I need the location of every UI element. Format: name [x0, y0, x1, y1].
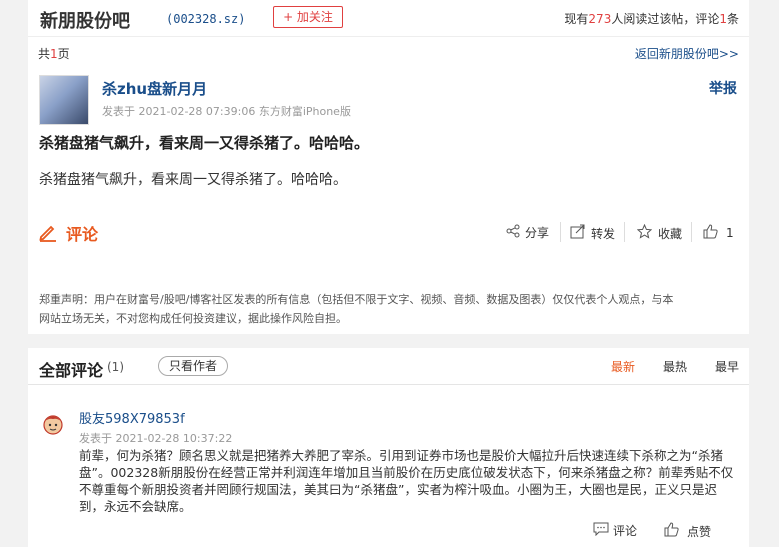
post-card: 杀zhu盘新月月 发表于 2021-02-28 07:39:06 东方财富iPh…: [28, 66, 749, 334]
stats-suffix: 条: [726, 12, 739, 26]
disclaimer-line: 网站立场无关，不对您构成任何投资建议，据此操作风险自担。: [39, 312, 347, 325]
disclaimer-line: 郑重声明：用户在财富号/股吧/博客社区发表的所有信息（包括但不限于文字、视频、音…: [39, 293, 674, 306]
comments-section: 全部评论 (1) 只看作者 最新 最热 最早 股友598X79853f 发表于 …: [28, 348, 749, 547]
sort-hottest-tab[interactable]: 最热: [663, 358, 687, 375]
pencil-icon: [38, 222, 58, 245]
like-label: 点赞: [687, 524, 712, 539]
comment-body: 前辈，何为杀猪？顾名思义就是把猪养大养肥了宰杀。引用到证券市场也是股价大幅拉升后…: [79, 448, 734, 514]
stats-mid: 人阅读过该帖，评论: [611, 12, 720, 26]
comment-count: 1: [719, 12, 727, 26]
back-to-bar-link[interactable]: 返回新朋股份吧>>: [635, 45, 739, 62]
sort-newest-tab[interactable]: 最新: [611, 358, 635, 375]
thumbs-up-icon: [664, 522, 679, 540]
comment-time: 发表于 2021-02-28 10:37:22: [79, 432, 233, 445]
post-time: 发表于 2021-02-28 07:39:06 东方财富iPhone版: [102, 105, 351, 118]
share-button[interactable]: 分享: [506, 224, 549, 241]
sort-oldest-tab[interactable]: 最早: [715, 358, 739, 375]
forward-label: 转发: [591, 226, 616, 241]
pagination-row: 共1页 返回新朋股份吧>>: [28, 36, 749, 66]
post-body: 杀猪盘猪气飙升，看来周一又得杀猪了。哈哈哈。: [39, 172, 347, 188]
comments-heading: 全部评论: [39, 361, 104, 380]
only-author-button[interactable]: 只看作者: [158, 356, 228, 376]
reply-button[interactable]: 评论: [593, 522, 637, 539]
forward-icon: [570, 224, 586, 242]
stock-code[interactable]: (002328.sz): [166, 12, 245, 26]
comment-label: 评论: [66, 225, 99, 244]
forward-button[interactable]: 转发: [570, 224, 615, 242]
action-divider: [691, 222, 692, 242]
pages-prefix: 共: [38, 47, 51, 61]
comment-like-button[interactable]: 点赞: [664, 522, 711, 540]
author-avatar[interactable]: [39, 75, 89, 125]
reply-label: 评论: [613, 524, 638, 538]
thumbs-up-icon: [703, 224, 718, 242]
pages-suffix: 页: [57, 47, 70, 61]
comment-button[interactable]: 评论: [38, 221, 98, 245]
comments-count: (1): [107, 360, 124, 374]
bar-header: 新朋股份吧 (002328.sz) + 加关注 现有273人阅读过该帖，评论1条: [28, 0, 749, 36]
post-title: 杀猪盘猪气飙升，看来周一又得杀猪了。哈哈哈。: [39, 134, 370, 152]
stats-prefix: 现有: [564, 12, 589, 26]
commenter-name[interactable]: 股友598X79853f: [79, 408, 185, 427]
divider: [28, 384, 749, 385]
bar-title[interactable]: 新朋股份吧: [40, 7, 130, 33]
commenter-avatar[interactable]: [42, 413, 64, 435]
page-count: 共1页: [38, 45, 70, 62]
read-stats: 现有273人阅读过该帖，评论1条: [564, 10, 739, 27]
post-author[interactable]: 杀zhu盘新月月: [102, 78, 207, 99]
reader-count: 273: [588, 12, 612, 26]
collect-label: 收藏: [658, 226, 683, 241]
action-divider: [624, 222, 625, 242]
like-count: 1: [726, 226, 734, 240]
follow-button[interactable]: + 加关注: [273, 6, 343, 28]
star-icon: [636, 223, 653, 242]
action-divider: [560, 222, 561, 242]
disclaimer: 郑重声明：用户在财富号/股吧/博客社区发表的所有信息（包括但不限于文字、视频、音…: [39, 290, 739, 328]
report-link[interactable]: 举报: [709, 78, 737, 98]
like-button[interactable]: 1: [703, 224, 734, 242]
collect-button[interactable]: 收藏: [636, 223, 683, 242]
pages-number: 1: [50, 47, 58, 61]
share-icon: [506, 224, 520, 241]
comment-bubble-icon: [593, 522, 609, 539]
share-label: 分享: [525, 226, 550, 240]
